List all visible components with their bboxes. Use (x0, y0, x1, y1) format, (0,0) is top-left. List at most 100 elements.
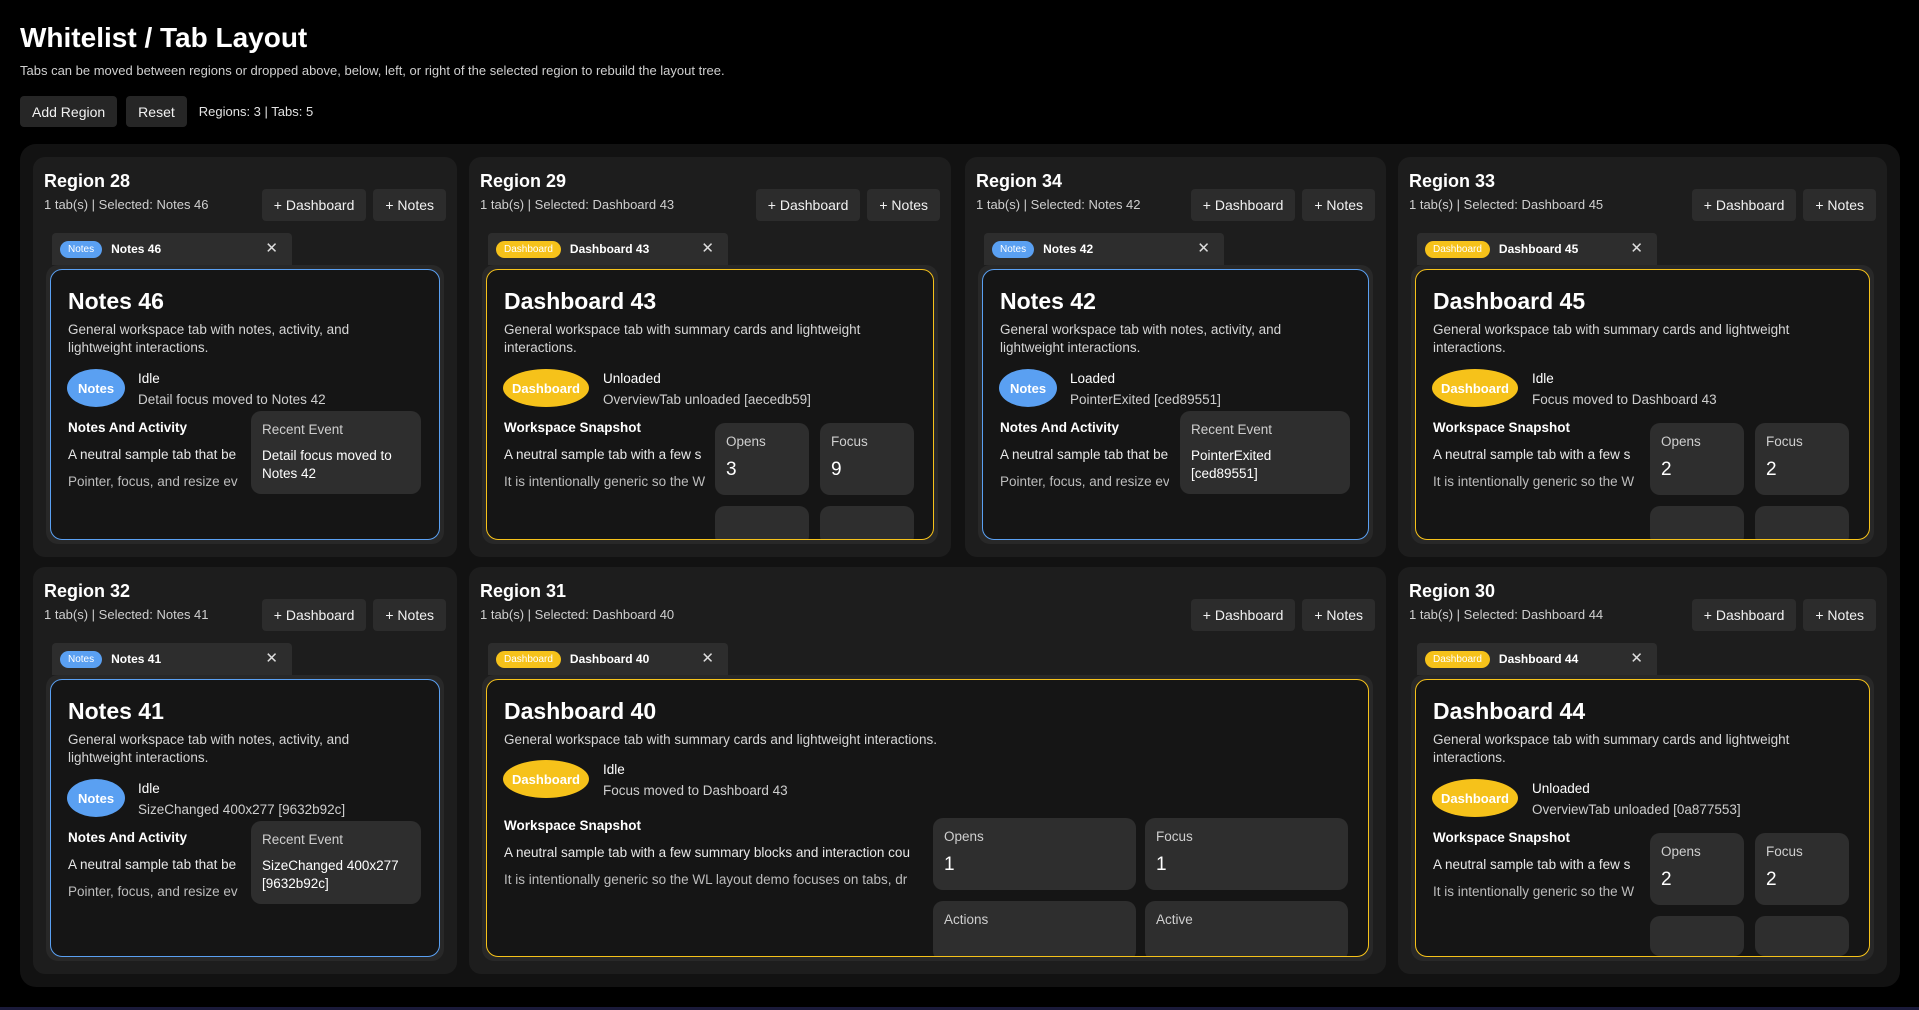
add-region-button[interactable]: Add Region (20, 96, 118, 127)
reset-button[interactable]: Reset (126, 96, 187, 127)
add-notes-button[interactable]: + Notes (1803, 189, 1876, 221)
status-message: PointerExited [ced89551] (1070, 392, 1221, 407)
tab-label: Notes 46 (111, 242, 162, 256)
tab-card: Notes 41 General workspace tab with note… (50, 679, 440, 957)
status-message: OverviewTab unloaded [0a877553] (1532, 802, 1741, 817)
recent-event-label: Recent Event (262, 832, 344, 847)
close-icon[interactable]: ✕ (265, 649, 278, 667)
stat-label: Opens (1661, 434, 1701, 449)
tab-card: Notes 46 General workspace tab with note… (50, 269, 440, 540)
tab-dashboard-43[interactable]: Dashboard Dashboard 43 ✕ (488, 233, 728, 265)
tab-dashboard-40[interactable]: Dashboard Dashboard 40 ✕ (488, 643, 728, 675)
section-heading: Workspace Snapshot (504, 818, 642, 833)
kind-badge: Dashboard (503, 760, 589, 798)
status-message: Focus moved to Dashboard 43 (1532, 392, 1717, 407)
snapshot-line: A neutral sample tab with a few s (1433, 857, 1631, 872)
tab-notes-46[interactable]: Notes Notes 46 ✕ (52, 233, 292, 265)
status-text: Idle (1532, 371, 1554, 386)
card-description: General workspace tab with summary cards… (1433, 732, 1790, 765)
activity-line: A neutral sample tab that be (1000, 447, 1169, 462)
tab-kind-pill: Dashboard (1425, 650, 1490, 668)
close-icon[interactable]: ✕ (1630, 239, 1643, 257)
add-notes-button[interactable]: + Notes (373, 189, 446, 221)
region-subtitle: 1 tab(s) | Selected: Dashboard 43 (480, 197, 675, 212)
snapshot-line: A neutral sample tab with a few s (504, 447, 702, 462)
tab-label: Dashboard 43 (569, 242, 650, 256)
add-dashboard-button[interactable]: + Dashboard (1691, 189, 1797, 221)
tab-notes-42[interactable]: Notes Notes 42 ✕ (984, 233, 1224, 265)
recent-event-card: Recent Event PointerExited [ced89551] (1180, 411, 1350, 494)
tab-dashboard-44[interactable]: Dashboard Dashboard 44 ✕ (1417, 643, 1657, 675)
status-text: Idle (138, 371, 160, 386)
stat-opens: Opens 3 (715, 423, 809, 495)
stat-focus: Focus 9 (820, 423, 914, 495)
stat-label: Focus (1766, 844, 1803, 859)
close-icon[interactable]: ✕ (1197, 239, 1210, 257)
tab-kind-pill: Notes (60, 240, 103, 258)
close-icon[interactable]: ✕ (1630, 649, 1643, 667)
activity-line: Pointer, focus, and resize ev (68, 884, 238, 899)
stat-value: 3 (726, 459, 737, 480)
stat-value: 1 (944, 854, 955, 875)
status-text: Unloaded (603, 371, 661, 386)
tab-content-panel: Dashboard 40 General workspace tab with … (482, 675, 1373, 961)
stat-label: Focus (1156, 829, 1193, 844)
kind-badge: Notes (999, 369, 1057, 407)
snapshot-line: It is intentionally generic so the W (1433, 884, 1635, 899)
add-notes-button[interactable]: + Notes (1803, 599, 1876, 631)
status-text: Idle (138, 781, 160, 796)
stat-value: 1 (1156, 854, 1167, 875)
stat-active: Active (1145, 901, 1348, 956)
tab-dashboard-45[interactable]: Dashboard Dashboard 45 ✕ (1417, 233, 1657, 265)
card-description: General workspace tab with notes, activi… (1000, 322, 1282, 355)
add-notes-button[interactable]: + Notes (1302, 189, 1375, 221)
snapshot-line: It is intentionally generic so the W (1433, 474, 1635, 489)
status-text: Idle (603, 762, 625, 777)
stat-label: Focus (831, 434, 868, 449)
tab-card: Dashboard 40 General workspace tab with … (486, 679, 1369, 957)
close-icon[interactable]: ✕ (265, 239, 278, 257)
stat-focus: Focus 2 (1755, 423, 1849, 495)
kind-badge: Dashboard (1432, 779, 1518, 817)
add-notes-button[interactable]: + Notes (373, 599, 446, 631)
region-subtitle: 1 tab(s) | Selected: Notes 42 (976, 197, 1141, 212)
add-dashboard-button[interactable]: + Dashboard (755, 189, 861, 221)
add-dashboard-button[interactable]: + Dashboard (1190, 189, 1296, 221)
recent-event-text: Detail focus moved to Notes 42 (262, 448, 392, 481)
add-dashboard-button[interactable]: + Dashboard (261, 189, 367, 221)
activity-line: A neutral sample tab that be (68, 857, 237, 872)
card-title: Notes 41 (68, 698, 164, 724)
region-subtitle: 1 tab(s) | Selected: Dashboard 44 (1409, 607, 1604, 622)
layout-root: Region 28 1 tab(s) | Selected: Notes 46 … (20, 144, 1900, 987)
add-dashboard-button[interactable]: + Dashboard (261, 599, 367, 631)
tab-label: Notes 42 (1043, 242, 1094, 256)
region-title: Region 34 (976, 171, 1063, 191)
close-icon[interactable]: ✕ (701, 239, 714, 257)
stat-label: Focus (1766, 434, 1803, 449)
tab-label: Dashboard 45 (1498, 242, 1579, 256)
card-description: General workspace tab with summary cards… (1433, 322, 1790, 355)
region-subtitle: 1 tab(s) | Selected: Notes 41 (44, 607, 209, 622)
activity-line: A neutral sample tab that be (68, 447, 237, 462)
close-icon[interactable]: ✕ (701, 649, 714, 667)
add-dashboard-button[interactable]: + Dashboard (1190, 599, 1296, 631)
add-dashboard-button[interactable]: + Dashboard (1691, 599, 1797, 631)
tab-kind-pill: Notes (60, 650, 103, 668)
stat-value: 2 (1766, 459, 1777, 480)
recent-event-card: Recent Event Detail focus moved to Notes… (251, 411, 421, 494)
stat-label: Opens (1661, 844, 1701, 859)
tab-notes-41[interactable]: Notes Notes 41 ✕ (52, 643, 292, 675)
add-notes-button[interactable]: + Notes (867, 189, 940, 221)
tab-content-panel: Notes 42 General workspace tab with note… (978, 265, 1373, 544)
snapshot-line: It is intentionally generic so the WL la… (504, 872, 908, 887)
tab-card: Dashboard 45 General workspace tab with … (1415, 269, 1870, 540)
stat-value: 2 (1766, 869, 1777, 890)
region: Region 32 1 tab(s) | Selected: Notes 41 … (33, 567, 457, 974)
stat-focus: Focus 2 (1755, 833, 1849, 905)
add-notes-button[interactable]: + Notes (1302, 599, 1375, 631)
region-title: Region 31 (480, 581, 567, 601)
stat-label: Opens (726, 434, 766, 449)
card-description: General workspace tab with summary cards… (504, 322, 861, 355)
region: Region 30 1 tab(s) | Selected: Dashboard… (1398, 567, 1887, 974)
snapshot-line: It is intentionally generic so the W (504, 474, 706, 489)
